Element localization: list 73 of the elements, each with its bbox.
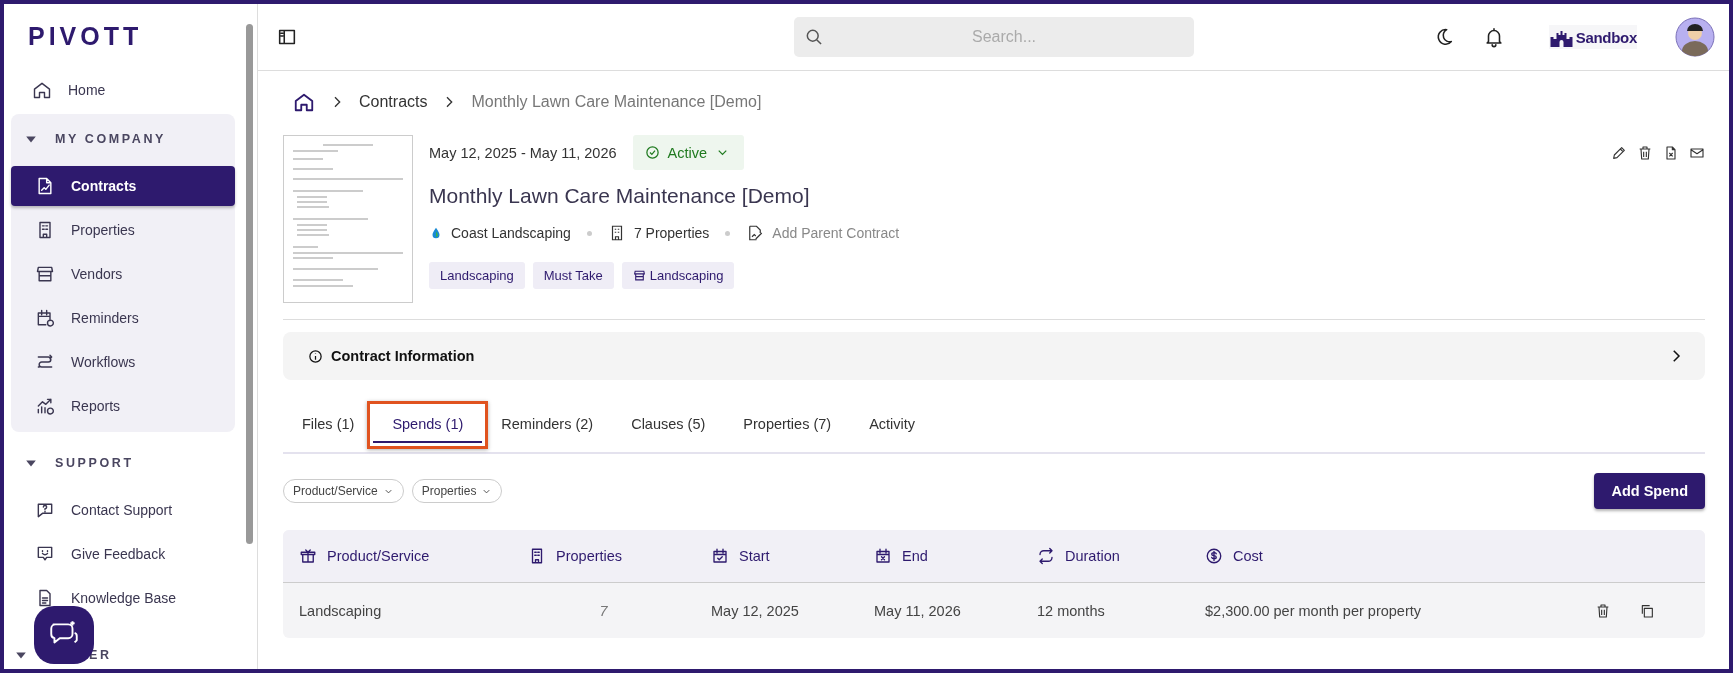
table-cell: May 11, 2026: [874, 602, 961, 619]
spreadsheet-file-icon[interactable]: [1663, 144, 1679, 161]
filter-dropdown[interactable]: Properties: [411, 479, 503, 503]
section-title: MY COMPANY: [55, 132, 166, 146]
workspace-badge[interactable]: Sandbox: [1548, 25, 1637, 49]
column-header: End: [858, 547, 1021, 565]
nav-item[interactable]: Properties: [11, 208, 235, 252]
store-icon: [35, 264, 55, 284]
check-circle-icon: [644, 145, 660, 160]
status-dropdown[interactable]: Active: [632, 135, 745, 170]
nav-item[interactable]: Home: [12, 68, 237, 112]
column-header: Product/Service: [283, 547, 512, 565]
properties-link[interactable]: 7 Properties: [633, 225, 710, 241]
table-cell: 12 months: [1037, 602, 1105, 619]
search-field[interactable]: Search...: [794, 17, 1194, 57]
tab[interactable]: Activity: [850, 404, 935, 446]
calendar-check-icon: [711, 547, 729, 565]
tag: Landscaping: [429, 262, 525, 289]
home-icon[interactable]: [293, 91, 315, 113]
contract-title: Monthly Lawn Care Maintenance [Demo]: [429, 184, 811, 208]
filter-dropdown[interactable]: Product/Service: [283, 479, 404, 503]
tab[interactable]: Clauses (5): [612, 404, 725, 446]
document-pen-icon: [35, 176, 55, 196]
document-pen-icon: [746, 224, 765, 242]
tab[interactable]: Spends (1): [373, 407, 483, 443]
panel-title: Contract Information: [331, 348, 475, 364]
add-parent-link[interactable]: Add Parent Contract: [772, 225, 900, 241]
nav-item[interactable]: Give Feedback: [11, 532, 235, 576]
table-cell: Landscaping: [299, 602, 382, 619]
contract-info-panel[interactable]: Contract Information: [283, 332, 1705, 380]
avatar[interactable]: [1675, 17, 1715, 57]
trash-icon[interactable]: [1595, 602, 1611, 619]
tag: Landscaping: [621, 262, 735, 289]
document-thumbnail[interactable]: [283, 135, 413, 303]
search-icon: [804, 27, 824, 47]
table-cell: May 12, 2025: [711, 602, 799, 619]
nav-item[interactable]: Knowledge Base: [11, 576, 235, 620]
tag: Must Take: [532, 262, 614, 289]
calendar-clock-icon: [35, 308, 55, 328]
info-icon: [308, 348, 323, 364]
chart-icon: [35, 396, 55, 416]
breadcrumb-link[interactable]: Contracts: [359, 93, 428, 111]
help-bubble-icon: [35, 500, 55, 520]
trash-icon[interactable]: [1637, 144, 1653, 161]
vendor-link[interactable]: Coast Landscaping: [451, 225, 571, 241]
column-header: Duration: [1021, 547, 1189, 565]
column-header: Start: [695, 547, 858, 565]
repeat-icon: [1037, 547, 1055, 565]
nav-item[interactable]: Reports: [11, 384, 235, 428]
tab[interactable]: Properties (7): [724, 404, 851, 446]
section-title: SUPPORT: [55, 456, 134, 470]
contract-dates: May 12, 2025 - May 11, 2026: [429, 144, 617, 161]
nav-item[interactable]: Vendors: [11, 252, 235, 296]
scrollbar[interactable]: [246, 24, 253, 544]
nav-item[interactable]: Reminders: [11, 296, 235, 340]
nav-item[interactable]: Contact Support: [11, 488, 235, 532]
calendar-x-icon: [874, 547, 892, 565]
tab[interactable]: Reminders (2): [482, 404, 613, 446]
column-header: Cost: [1189, 547, 1579, 565]
dollar-icon: [1205, 547, 1223, 565]
store-icon: [632, 269, 646, 282]
add-spend-button[interactable]: Add Spend: [1594, 473, 1705, 509]
tab[interactable]: Files (1): [283, 404, 374, 446]
column-header: Properties: [512, 547, 695, 565]
home-icon: [32, 80, 52, 100]
nav-item[interactable]: Contracts: [11, 166, 235, 206]
logo: PIVOTT: [28, 21, 143, 51]
table-cell: $2,300.00 per month per property: [1205, 602, 1422, 619]
table-cell: 7: [599, 602, 608, 619]
copy-icon[interactable]: [1639, 602, 1655, 619]
pencil-icon[interactable]: [1611, 144, 1627, 161]
nav-item[interactable]: Workflows: [11, 340, 235, 384]
package-icon: [299, 547, 317, 565]
